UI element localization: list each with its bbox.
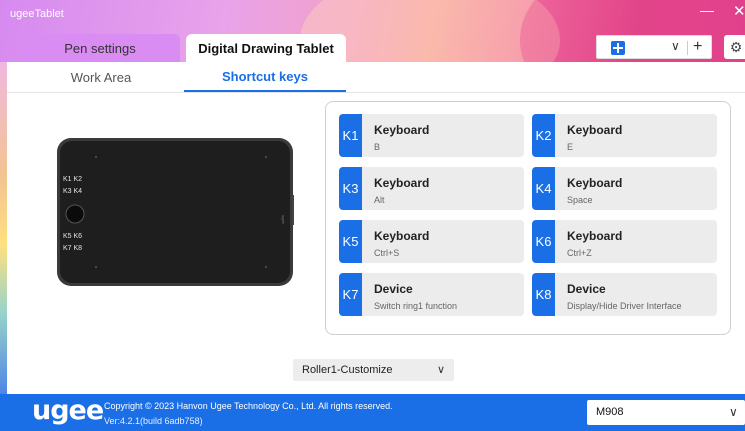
key-value: Alt <box>374 195 385 205</box>
corner-mark <box>265 156 267 158</box>
corner-mark <box>95 156 97 158</box>
roller-mode-value: Roller1-Customize <box>302 364 393 376</box>
tablet-roller-dial <box>65 204 85 224</box>
corner-mark <box>265 266 267 268</box>
shortcut-key-k8[interactable]: K8 Device Display/Hide Driver Interface <box>532 273 717 316</box>
key-badge: K4 <box>532 167 555 210</box>
device-value: M908 <box>596 406 624 418</box>
key-type: Keyboard <box>567 123 623 137</box>
tab-work-area[interactable]: Work Area <box>20 62 182 92</box>
tab-shortcut-keys[interactable]: Shortcut keys <box>184 62 346 92</box>
device-select[interactable]: M908 ∨ <box>587 400 745 425</box>
key-value: B <box>374 142 381 152</box>
tab-pen-settings[interactable]: Pen settings <box>20 34 180 62</box>
roller-mode-select[interactable]: Roller1-Customize ∨ <box>293 359 454 381</box>
add-application-button[interactable]: + <box>693 38 702 56</box>
key-value: E <box>567 142 574 152</box>
key-value: Display/Hide Driver Interface <box>567 301 682 311</box>
version-text: Ver:4.2.1(build 6adb758) <box>104 416 203 426</box>
key-badge: K3 <box>339 167 362 210</box>
shortcut-keys-panel: K1 Keyboard B K2 Keyboard E K3 Keyboard … <box>325 101 731 335</box>
shortcut-key-k1[interactable]: K1 Keyboard B <box>339 114 524 157</box>
app-title: ugeeTablet <box>10 8 64 20</box>
key-type: Keyboard <box>374 123 430 137</box>
tablet-key-label: K1 K2 <box>63 176 82 183</box>
minimize-button[interactable]: — <box>700 2 714 18</box>
key-type: Keyboard <box>567 176 623 190</box>
settings-gear-icon[interactable]: ⚙ <box>724 35 745 59</box>
title-bar: ugeeTablet — ✕ Pen settings Digital Draw… <box>0 0 745 62</box>
tablet-key-label: K5 K6 <box>63 233 82 240</box>
key-type: Device <box>374 282 413 296</box>
close-button[interactable]: ✕ <box>733 2 745 20</box>
shortcut-key-k6[interactable]: K6 Keyboard Ctrl+Z <box>532 220 717 263</box>
key-value: Ctrl+Z <box>567 248 592 258</box>
corner-mark <box>95 266 97 268</box>
tablet-illustration: K1 K2 K3 K4 K5 K6 K7 K8 ugee <box>57 138 294 286</box>
footer-bar: ugee Copyright © 2023 Hanvon Ugee Techno… <box>0 394 745 431</box>
shortcut-key-k4[interactable]: K4 Keyboard Space <box>532 167 717 210</box>
key-type: Keyboard <box>374 176 430 190</box>
key-value: Ctrl+S <box>374 248 400 258</box>
chevron-down-icon[interactable]: ∨ <box>671 39 680 53</box>
key-type: Keyboard <box>567 229 623 243</box>
key-badge: K5 <box>339 220 362 263</box>
key-badge: K2 <box>532 114 555 157</box>
application-selector[interactable]: ∨ + <box>596 35 712 59</box>
key-badge: K8 <box>532 273 555 316</box>
tablet-surface <box>60 141 290 283</box>
key-badge: K1 <box>339 114 362 157</box>
copyright-text: Copyright © 2023 Hanvon Ugee Technology … <box>104 401 393 411</box>
ugee-logo: ugee <box>32 395 104 426</box>
tablet-brand-text: ugee <box>281 215 286 225</box>
key-value: Space <box>567 195 593 205</box>
key-badge: K6 <box>532 220 555 263</box>
key-value: Switch ring1 function <box>374 301 458 311</box>
shortcut-key-k5[interactable]: K5 Keyboard Ctrl+S <box>339 220 524 263</box>
tablet-key-label: K7 K8 <box>63 245 82 252</box>
side-accent-bar <box>0 62 7 394</box>
divider <box>7 92 745 93</box>
chevron-down-icon: ∨ <box>437 364 446 376</box>
shortcut-key-k2[interactable]: K2 Keyboard E <box>532 114 717 157</box>
divider <box>687 41 688 55</box>
shortcut-key-k7[interactable]: K7 Device Switch ring1 function <box>339 273 524 316</box>
tablet-key-label: K3 K4 <box>63 188 82 195</box>
tab-digital-drawing-tablet[interactable]: Digital Drawing Tablet <box>186 34 346 62</box>
key-badge: K7 <box>339 273 362 316</box>
tablet-side-button <box>292 195 294 225</box>
key-type: Device <box>567 282 606 296</box>
app-grid-icon <box>611 41 625 55</box>
shortcut-key-k3[interactable]: K3 Keyboard Alt <box>339 167 524 210</box>
chevron-down-icon: ∨ <box>729 405 738 419</box>
key-type: Keyboard <box>374 229 430 243</box>
